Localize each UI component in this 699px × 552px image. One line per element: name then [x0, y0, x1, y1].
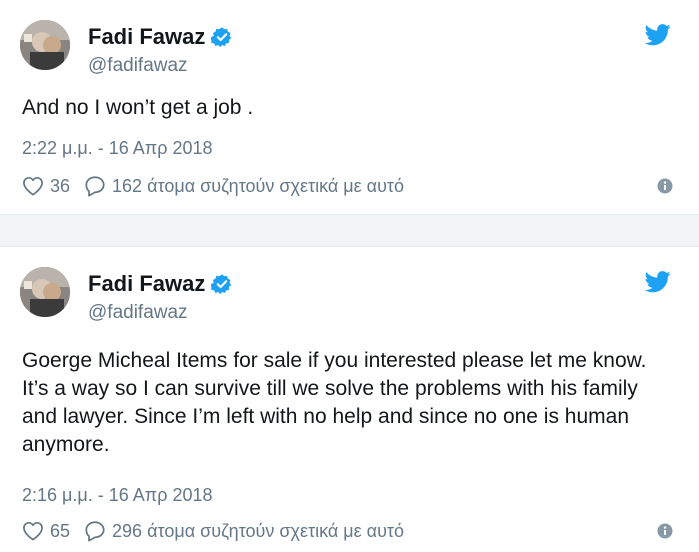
like-button[interactable]: 65 — [22, 521, 84, 542]
like-count: 36 — [50, 175, 71, 196]
like-count: 65 — [50, 520, 71, 541]
author-handle[interactable]: @fadifawaz — [88, 302, 188, 324]
author-name[interactable]: Fadi Fawaz — [88, 271, 205, 297]
tweet-card: Fadi Fawaz @fadifawaz Goerge Micheal Ite… — [0, 246, 699, 552]
speech-bubble-icon — [85, 176, 105, 197]
reply-discussion-text: 296 άτομα συζητούν σχετικά με αυτό — [112, 520, 405, 541]
author-row: Fadi Fawaz — [88, 24, 233, 50]
tweet-actions: 65 296 άτομα συζητούν σχετικά με αυτό — [22, 519, 404, 543]
avatar[interactable] — [20, 267, 70, 317]
tweet-text: Goerge Micheal Items for sale if you int… — [22, 349, 653, 456]
author-row: Fadi Fawaz — [88, 271, 233, 297]
twitter-bird-icon[interactable] — [645, 24, 671, 46]
verified-badge-icon — [211, 274, 232, 295]
tweet-timestamp[interactable]: 2:16 μ.μ. - 16 Απρ 2018 — [22, 484, 213, 506]
reply-discussion-text: 162 άτομα συζητούν σχετικά με αυτό — [112, 175, 405, 196]
avatar[interactable] — [20, 20, 70, 70]
avatar-photo-icon — [20, 267, 70, 317]
heart-outline-icon — [23, 176, 43, 196]
reply-button[interactable]: 296 άτομα συζητούν σχετικά με αυτό — [84, 520, 404, 542]
avatar-photo-icon — [20, 20, 70, 70]
tweet-timestamp[interactable]: 2:22 μ.μ. - 16 Απρ 2018 — [22, 137, 213, 159]
heart-outline-icon — [23, 521, 43, 541]
twitter-bird-icon[interactable] — [645, 271, 671, 293]
like-button[interactable]: 36 — [22, 176, 84, 197]
tweet-actions: 36 162 άτομα συζητούν σχετικά με αυτό — [22, 174, 404, 198]
tweet-text: And no I won’t get a job . — [22, 96, 254, 119]
reply-button[interactable]: 162 άτομα συζητούν σχετικά με αυτό — [84, 175, 404, 197]
verified-badge-icon — [211, 27, 232, 48]
info-circle-icon[interactable] — [657, 178, 673, 194]
speech-bubble-icon — [85, 521, 105, 542]
tweet-card: Fadi Fawaz @fadifawaz And no I won’t get… — [0, 0, 699, 215]
author-handle[interactable]: @fadifawaz — [88, 55, 188, 77]
author-name[interactable]: Fadi Fawaz — [88, 24, 205, 50]
info-circle-icon[interactable] — [657, 523, 673, 539]
